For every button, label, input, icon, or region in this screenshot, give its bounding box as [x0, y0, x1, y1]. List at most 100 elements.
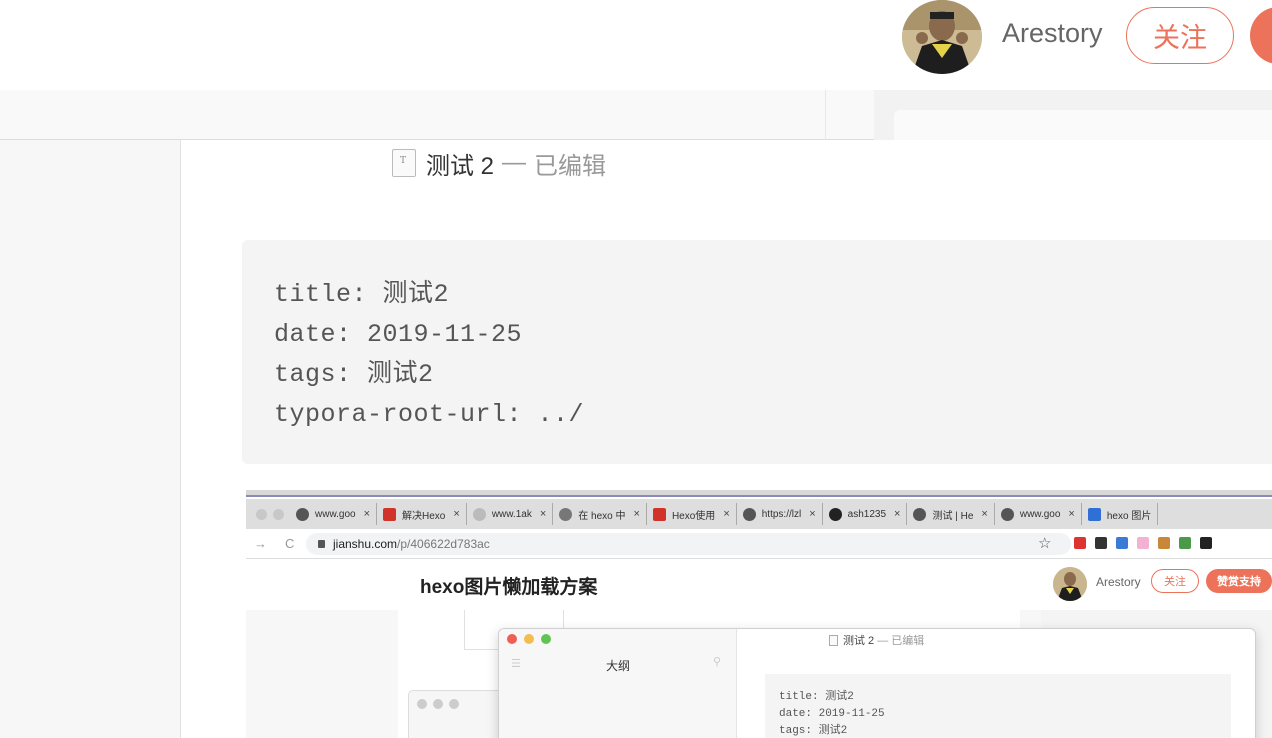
globe-icon [742, 507, 756, 521]
bookmark-star-icon[interactable]: ☆ [1038, 534, 1051, 552]
page: Arestory 关注 测试 2 — 已编辑 title: 测试2 date: … [0, 0, 1272, 738]
avatar-photo [1053, 567, 1087, 601]
front-matter-line: title: 测试2 [274, 280, 450, 309]
close-icon[interactable]: × [453, 508, 459, 520]
document-status: 已编辑 [534, 152, 607, 180]
inner-follow-button[interactable]: 关注 [1151, 569, 1199, 593]
close-icon[interactable]: × [364, 508, 370, 520]
tab-label: www.1ak [491, 508, 532, 520]
loading-icon [472, 507, 486, 521]
close-icon[interactable]: × [723, 508, 729, 520]
browser-tab[interactable]: www.goo × [995, 503, 1082, 525]
extension-icon[interactable] [1179, 537, 1191, 549]
tab-label: ash1235 [847, 508, 887, 520]
front-matter-block: title: 测试2 date: 2019-11-25 tags: 测试2 ty… [242, 240, 1272, 464]
inner-author-name[interactable]: Arestory [1096, 575, 1141, 589]
mac-menubar [246, 490, 1272, 497]
document-icon [392, 149, 416, 177]
globe-icon [296, 507, 309, 521]
extension-icon[interactable] [1158, 537, 1170, 549]
title-separator: — [502, 149, 527, 176]
csdn-icon [383, 507, 397, 521]
code-line: title: 测试2 [779, 691, 854, 703]
typora-sidebar: ☰ 大纲 ⚲ [499, 629, 737, 738]
tab-label: www.goo [1019, 508, 1061, 520]
column-divider [825, 90, 826, 140]
browser-tab[interactable]: 解决Hexo × [377, 503, 467, 525]
search-icon[interactable]: ⚲ [713, 655, 721, 668]
tab-label: 在 hexo 中 [578, 510, 626, 522]
browser-tab[interactable]: ash1235 × [823, 503, 908, 525]
minimize-window-icon[interactable] [524, 634, 534, 644]
hexo-icon [559, 507, 573, 521]
close-icon[interactable]: × [809, 508, 815, 520]
inner-reward-button[interactable]: 赞赏支持 [1206, 569, 1272, 593]
author-avatar[interactable] [902, 0, 982, 74]
document-title-bar: 测试 2 — 已编辑 [392, 148, 607, 180]
tab-label: https://lzl [761, 508, 802, 520]
close-icon[interactable]: × [981, 508, 987, 520]
browser-tab[interactable]: 测试 | He × [907, 503, 995, 525]
list-icon[interactable]: ☰ [511, 657, 521, 670]
code-line: date: 2019-11-25 [779, 708, 885, 720]
side-card [894, 110, 1272, 140]
extension-icon[interactable] [1200, 537, 1212, 549]
browser-tabbar: www.goo × 解决Hexo × www.1ak × 在 hexo 中 × Hexo… [246, 499, 1272, 529]
embedded-browser-screenshot: www.goo × 解决Hexo × www.1ak × 在 hexo 中 × Hexo… [246, 490, 1272, 738]
lock-icon [318, 540, 325, 548]
extension-icon[interactable] [1116, 537, 1128, 549]
close-icon[interactable]: × [540, 508, 546, 520]
browser-tab[interactable]: www.goo × [290, 503, 378, 525]
front-matter-line: typora-root-url: ../ [274, 400, 585, 429]
reward-button[interactable] [1250, 7, 1272, 64]
browser-tab[interactable]: https://lzl × [737, 503, 823, 525]
extension-icon[interactable] [1137, 537, 1149, 549]
globe-icon [913, 507, 927, 521]
inner-author-avatar[interactable] [1053, 567, 1087, 601]
tab-label: Hexo使用 [671, 510, 716, 522]
typora-code-block: title: 测试2 date: 2019-11-25 tags: 测试2 [765, 674, 1231, 738]
globe-icon [1000, 507, 1014, 521]
typora-window: ☰ 大纲 ⚲ 测试 2 — 已编辑 title: 测试2 date: 2019-… [498, 628, 1256, 738]
top-header: Arestory 关注 [0, 0, 1272, 90]
content-band [0, 90, 1272, 140]
code-line: tags: 测试2 [779, 725, 848, 737]
reload-icon[interactable]: C [285, 536, 294, 551]
window-dot [449, 699, 459, 709]
inner-article-body: ☰ 大纲 ⚲ 测试 2 — 已编辑 title: 测试2 date: 2019-… [246, 610, 1272, 738]
close-icon[interactable]: × [634, 508, 640, 520]
browser-tab[interactable]: 在 hexo 中 × [553, 503, 647, 525]
typora-doc-status: — 已编辑 [877, 635, 925, 647]
browser-tab[interactable]: hexo 图片 [1082, 503, 1159, 525]
tab-label: hexo 图片 [1106, 510, 1152, 522]
author-name[interactable]: Arestory [1002, 18, 1103, 49]
avatar-photo [902, 0, 982, 74]
close-icon[interactable]: × [894, 508, 900, 520]
close-window-icon[interactable] [507, 634, 517, 644]
adblock-icon[interactable] [1074, 537, 1086, 549]
tab-label: 测试 | He [932, 510, 974, 522]
article-screenshot: 测试 2 — 已编辑 title: 测试2 date: 2019-11-25 t… [0, 140, 1272, 738]
tab-label: www.goo [315, 508, 356, 520]
front-matter-line: date: 2019-11-25 [274, 320, 523, 349]
typora-title: 测试 2 — 已编辑 [829, 632, 924, 648]
window-dot [417, 699, 427, 709]
address-bar: → C jianshu.com/p/406622d783ac ☆ [246, 529, 1272, 559]
front-matter-line: tags: 测试2 [274, 360, 434, 389]
extension-icons [1074, 537, 1221, 549]
url-host: jianshu.com [333, 537, 398, 551]
browser-tab[interactable]: www.1ak × [467, 503, 554, 525]
follow-button[interactable]: 关注 [1126, 7, 1234, 64]
forward-arrow-icon[interactable]: → [254, 536, 267, 551]
url-field[interactable]: jianshu.com/p/406622d783ac [306, 533, 1071, 555]
window-dot [433, 699, 443, 709]
extension-icon[interactable] [1095, 537, 1107, 549]
url-path: /p/406622d783ac [397, 537, 490, 551]
editor-sidebar [0, 140, 181, 738]
outline-label: 大纲 [606, 659, 631, 673]
document-icon [829, 634, 838, 646]
jianshu-icon [652, 507, 666, 521]
close-icon[interactable]: × [1068, 508, 1074, 520]
maximize-window-icon[interactable] [541, 634, 551, 644]
browser-tab[interactable]: Hexo使用 × [647, 503, 737, 525]
